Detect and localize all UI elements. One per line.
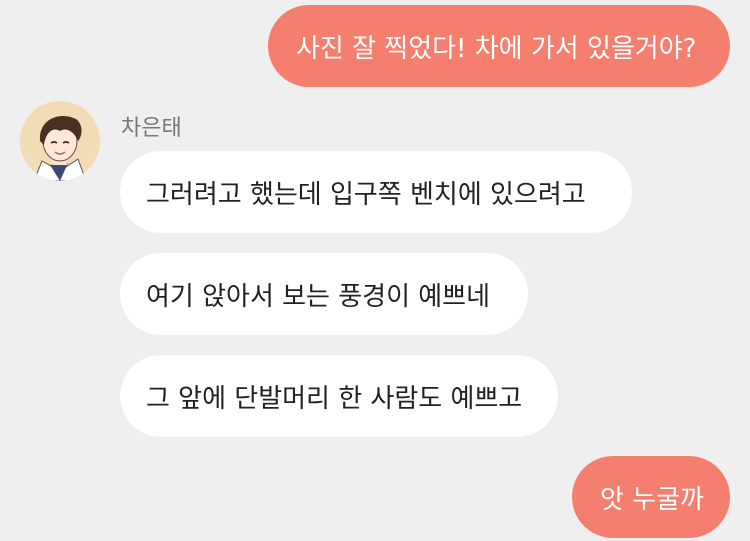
message-text: 여기 앉아서 보는 풍경이 예쁘네: [146, 281, 491, 312]
message-text: 그러려고 했는데 입구쪽 벤치에 있으려고: [146, 179, 586, 210]
message-text: 사진 잘 찍었다! 차에 가서 있을거야?: [296, 33, 697, 64]
character-portrait-icon: [20, 101, 100, 181]
incoming-message-bubble[interactable]: 그 앞에 단발머리 한 사람도 예쁘고: [120, 355, 558, 437]
outgoing-message-bubble[interactable]: 앗 누굴까: [572, 456, 730, 538]
incoming-message-bubble[interactable]: 그러려고 했는데 입구쪽 벤치에 있으려고: [120, 151, 632, 233]
message-text: 그 앞에 단발머리 한 사람도 예쁘고: [146, 383, 523, 414]
message-text: 앗 누굴까: [600, 484, 704, 515]
contact-name: 차은태: [121, 116, 182, 141]
incoming-message-bubble[interactable]: 여기 앉아서 보는 풍경이 예쁘네: [120, 253, 528, 335]
outgoing-message-bubble[interactable]: 사진 잘 찍었다! 차에 가서 있을거야?: [268, 5, 730, 87]
contact-avatar[interactable]: [20, 101, 100, 181]
